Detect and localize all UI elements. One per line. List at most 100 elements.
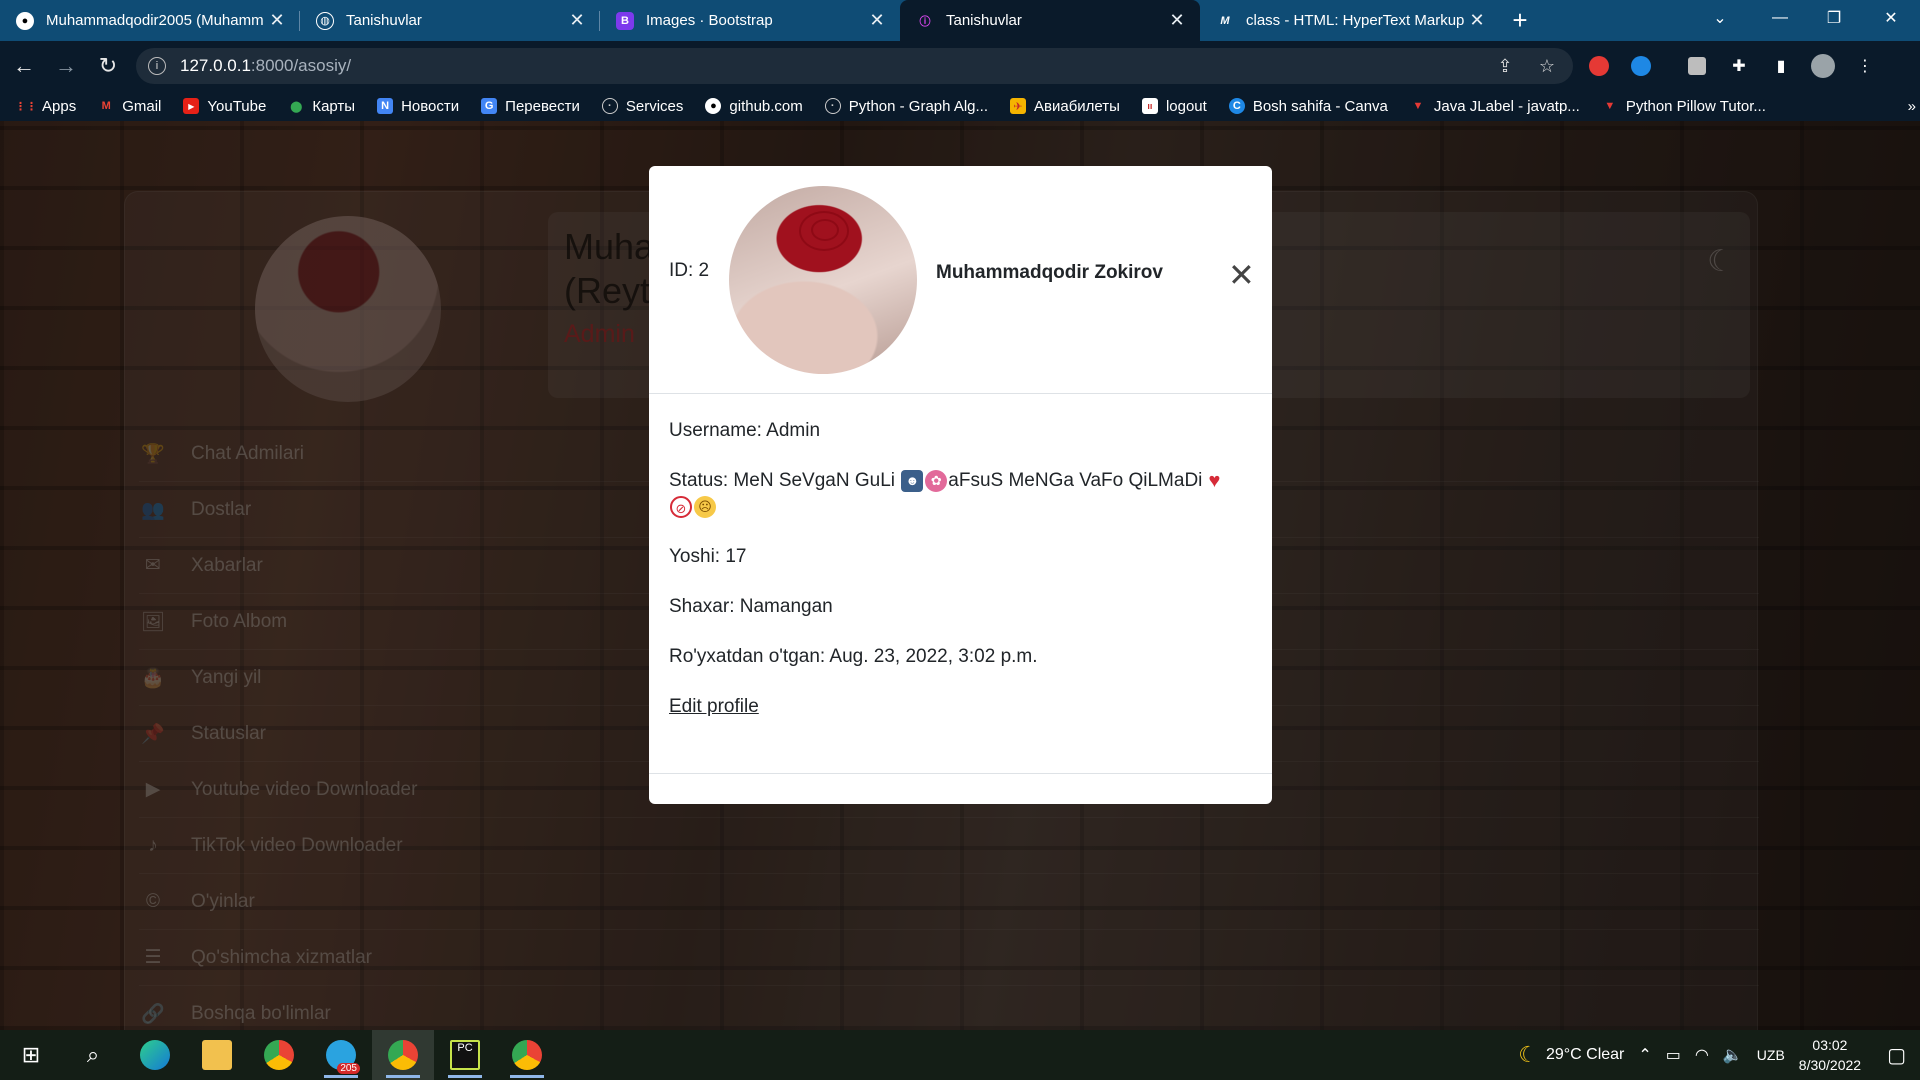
side-panel-icon[interactable]: ▮ bbox=[1765, 50, 1797, 82]
sad-face-emoji-icon: ☹ bbox=[694, 495, 716, 518]
bookmark-canva[interactable]: C Bosh sahifa - Canva bbox=[1228, 98, 1388, 115]
age-field: Yoshi: 17 bbox=[669, 546, 747, 567]
modal-title: Muhammadqodir Zokirov bbox=[936, 262, 1163, 283]
bookmark-youtube[interactable]: ▶ YouTube bbox=[183, 98, 266, 115]
weather-text[interactable]: 29°C Clear bbox=[1546, 1046, 1624, 1064]
logout-site-icon: ıı bbox=[1141, 98, 1158, 114]
taskbar-edge[interactable] bbox=[124, 1030, 186, 1080]
bookmark-github[interactable]: ● github.com bbox=[705, 98, 803, 115]
bookmark-aviabilety[interactable]: ✈ Авиабилеты bbox=[1010, 98, 1120, 115]
bookmark-gmail[interactable]: M Gmail bbox=[98, 98, 162, 115]
new-tab-button[interactable]: + bbox=[1500, 0, 1540, 41]
search-button[interactable]: ⌕ bbox=[62, 1030, 124, 1080]
translate-icon: G bbox=[481, 98, 498, 114]
bookmarks-bar: ⋮⋮ Apps M Gmail ▶ YouTube ⬤ Карты N Новости G… bbox=[0, 91, 1920, 121]
bootstrap-icon: B bbox=[616, 11, 634, 30]
tab-title: Images · Bootstrap bbox=[646, 12, 773, 29]
tab-bootstrap[interactable]: B Images · Bootstrap ✕ bbox=[600, 0, 900, 41]
taskbar-explorer[interactable] bbox=[186, 1030, 248, 1080]
extension-red-icon[interactable] bbox=[1583, 50, 1615, 82]
close-tab-icon[interactable]: ✕ bbox=[268, 10, 286, 31]
javatpoint-icon: ▼ bbox=[1604, 100, 1616, 112]
bookmark-maps[interactable]: ⬤ Карты bbox=[288, 98, 355, 115]
clock[interactable]: 03:02 8/30/2022 bbox=[1799, 1035, 1861, 1075]
pycharm-icon: PC bbox=[450, 1040, 480, 1070]
modal-header: ID: 2 Muhammadqodir Zokirov ✕ bbox=[649, 166, 1272, 394]
close-icon[interactable]: ✕ bbox=[1228, 259, 1255, 291]
url-text: 127.0.0.1:8000/asosiy/ bbox=[180, 56, 352, 75]
share-icon[interactable]: ⇪ bbox=[1491, 56, 1519, 77]
tab-title: Tanishuvlar bbox=[946, 12, 1022, 29]
bookmark-javatpoint[interactable]: ▼ Java JLabel - javatp... bbox=[1410, 98, 1579, 115]
tab-tanishuvlar-active[interactable]: ⓘ Tanishuvlar ✕ bbox=[900, 0, 1200, 41]
telegram-badge: 205 bbox=[337, 1063, 360, 1074]
bookmark-services[interactable]: · Services bbox=[601, 98, 683, 115]
tab-search-icon[interactable]: ⌄ bbox=[1692, 0, 1748, 36]
restore-button[interactable]: ❐ bbox=[1806, 0, 1862, 36]
windows-icon: ⊞ bbox=[21, 1042, 41, 1067]
extension-gray-icon[interactable] bbox=[1681, 50, 1713, 82]
chevron-up-icon[interactable]: ⌃ bbox=[1638, 1045, 1651, 1065]
shazam-icon[interactable] bbox=[1625, 50, 1657, 82]
bookmark-python-graph[interactable]: · Python - Graph Alg... bbox=[824, 98, 988, 115]
taskbar-telegram[interactable]: 205 bbox=[310, 1030, 372, 1080]
edit-profile-link[interactable]: Edit profile bbox=[669, 696, 759, 717]
tab-title: Muhammadqodir2005 (Muhamm bbox=[46, 12, 264, 29]
globe-icon: · bbox=[824, 98, 841, 114]
forward-button[interactable]: → bbox=[48, 48, 84, 84]
close-tab-icon[interactable]: ✕ bbox=[868, 10, 886, 31]
tab-title: Tanishuvlar bbox=[346, 12, 422, 29]
globe-icon: ◍ bbox=[316, 11, 334, 30]
bookmark-python-pillow[interactable]: ▼ Python Pillow Tutor... bbox=[1602, 98, 1766, 115]
volume-icon[interactable]: 🔈 bbox=[1723, 1045, 1743, 1065]
taskbar-chrome-1[interactable] bbox=[248, 1030, 310, 1080]
modal-body: Username: Admin Status: MeN SeVgaN GuLi … bbox=[649, 394, 1272, 720]
bookmark-apps[interactable]: ⋮⋮ Apps bbox=[15, 98, 76, 115]
extensions-puzzle-icon[interactable]: ✚ bbox=[1723, 50, 1755, 82]
bookmark-translate[interactable]: G Перевести bbox=[481, 98, 580, 115]
profile-avatar-icon[interactable] bbox=[1807, 50, 1839, 82]
modal-avatar bbox=[729, 186, 917, 374]
mdn-icon: M bbox=[1220, 14, 1230, 27]
edge-icon bbox=[140, 1040, 170, 1070]
aviasales-icon: ✈ bbox=[1010, 98, 1027, 114]
broken-heart-emoji-icon: ♥ bbox=[1208, 469, 1221, 492]
close-window-button[interactable]: ✕ bbox=[1862, 0, 1920, 36]
tab-tanishuvlar-1[interactable]: ◍ Tanishuvlar ✕ bbox=[300, 0, 600, 41]
battery-icon[interactable]: ▭ bbox=[1666, 1045, 1681, 1065]
system-tray: ☾ 29°C Clear ⌃ ▭ ◠ 🔈 UZB 03:02 8/30/2022 … bbox=[1518, 1030, 1920, 1080]
gmail-icon: M bbox=[101, 100, 111, 112]
github-icon: ● bbox=[16, 11, 34, 30]
back-button[interactable]: ← bbox=[6, 48, 42, 84]
chrome-icon bbox=[512, 1040, 542, 1070]
tab-mdn[interactable]: M class - HTML: HyperText Markup ✕ bbox=[1200, 0, 1500, 41]
menu-kebab-icon[interactable]: ⋮ bbox=[1849, 50, 1881, 82]
news-icon: N bbox=[377, 98, 394, 114]
close-tab-icon[interactable]: ✕ bbox=[1168, 10, 1186, 31]
tab-title: class - HTML: HyperText Markup bbox=[1246, 12, 1465, 29]
bookmark-logout[interactable]: ıı logout bbox=[1141, 98, 1207, 115]
start-button[interactable]: ⊞ bbox=[0, 1030, 62, 1080]
tab-github[interactable]: ● Muhammadqodir2005 (Muhamm ✕ bbox=[0, 0, 300, 41]
city-field: Shaxar: Namangan bbox=[669, 596, 833, 617]
no-entry-emoji-icon: ⊘ bbox=[670, 495, 692, 518]
language-indicator[interactable]: UZB bbox=[1757, 1047, 1785, 1063]
address-bar[interactable]: i 127.0.0.1:8000/asosiy/ ⇪ ☆ bbox=[136, 48, 1573, 84]
taskbar-chrome-2[interactable] bbox=[372, 1030, 434, 1080]
minimize-button[interactable]: — bbox=[1752, 0, 1808, 36]
bookmark-star-icon[interactable]: ☆ bbox=[1533, 56, 1561, 77]
profile-modal: ID: 2 Muhammadqodir Zokirov ✕ Username: … bbox=[649, 166, 1272, 804]
close-tab-icon[interactable]: ✕ bbox=[568, 10, 586, 31]
folder-icon bbox=[202, 1040, 232, 1070]
bookmark-news[interactable]: N Новости bbox=[377, 98, 459, 115]
notifications-icon[interactable]: ▢ bbox=[1887, 1043, 1906, 1068]
site-info-icon[interactable]: i bbox=[148, 57, 166, 75]
windows-taskbar: ⊞ ⌕ 205 PC ☾ 29°C Clear ⌃ ▭ ◠ 🔈 UZB 03:0… bbox=[0, 1030, 1920, 1080]
close-tab-icon[interactable]: ✕ bbox=[1468, 10, 1486, 31]
taskbar-pycharm[interactable]: PC bbox=[434, 1030, 496, 1080]
moon-weather-icon: ☾ bbox=[1518, 1042, 1538, 1067]
bookmarks-overflow-button[interactable]: » bbox=[1908, 98, 1916, 115]
reload-button[interactable]: ↻ bbox=[90, 48, 126, 84]
taskbar-chrome-3[interactable] bbox=[496, 1030, 558, 1080]
wifi-icon[interactable]: ◠ bbox=[1695, 1045, 1709, 1065]
